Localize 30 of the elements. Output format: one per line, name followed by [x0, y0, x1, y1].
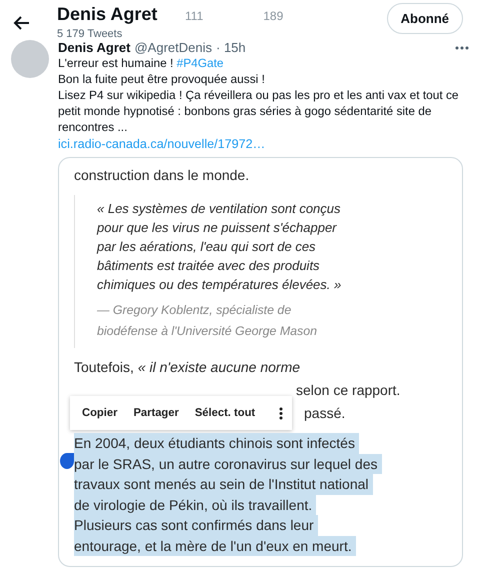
- stat-count: 111: [185, 9, 204, 23]
- selected-text: de virologie de Pékin, où ils travaillent.: [74, 494, 316, 515]
- quote-text: « Les systèmes de ventilation sont conçus pour que les virus ne puissent s'échapper par les aérations, l'eau qui sort de ces bâtiments est traitée avec des produits chimiques ou des températures élevées. »: [97, 200, 342, 294]
- tweet-count: 5 179 Tweets: [57, 28, 124, 40]
- tweet-text: Bon la fuite peut être provoquée aussi !: [58, 71, 266, 87]
- author-name[interactable]: Denis Agret: [58, 40, 130, 55]
- author-handle: @AgretDenis: [134, 40, 212, 55]
- article-screenshot[interactable]: [58, 157, 463, 567]
- stat-count: 189: [263, 9, 284, 23]
- selected-text: En 2004, deux étudiants chinois sont infectés: [74, 433, 359, 454]
- tweet-text: L'erreur est humaine ! #P4Gate: [58, 55, 225, 71]
- selected-text: Plusieurs cas sont confirmés dans leur: [74, 515, 318, 536]
- menu-item[interactable]: Partager: [133, 407, 179, 419]
- selected-text: travaux sont menés au sein de l'Institut national: [74, 474, 373, 494]
- tweet-text: Lisez P4 sur wikipedia ! Ça réveillera ou pas les pro et les anti vax et tout ce petit monde hypnotisé : bonbons gras séries à gogo sédentarité site de rencontres ...: [58, 87, 460, 135]
- article-text: Toutefois, « il n'existe aucune norme: [74, 358, 300, 377]
- quote-attribution: — Gregory Koblentz, spécialiste de biodéfense à l'Université George Mason: [97, 302, 318, 340]
- more-icon[interactable]: [455, 46, 469, 50]
- selected-text: entourage, et la mère de l'un d'eux en meurt.: [74, 536, 356, 556]
- selection-handle[interactable]: [60, 453, 74, 469]
- article-text: construction dans le monde.: [74, 166, 250, 185]
- tweet-time: · 15h: [216, 40, 246, 55]
- menu-item[interactable]: Sélect. tout: [194, 407, 256, 419]
- menu-item[interactable]: Copier: [82, 407, 118, 419]
- article-text: passé.: [304, 404, 346, 423]
- selected-text: par le SRAS, un autre coronavirus sur lequel des: [74, 454, 382, 474]
- more-vertical-icon[interactable]: [279, 406, 284, 420]
- article-text: selon ce rapport.: [296, 381, 400, 400]
- follow-button[interactable]: Abonné: [386, 3, 463, 34]
- profile-name: Denis Agret: [57, 4, 158, 25]
